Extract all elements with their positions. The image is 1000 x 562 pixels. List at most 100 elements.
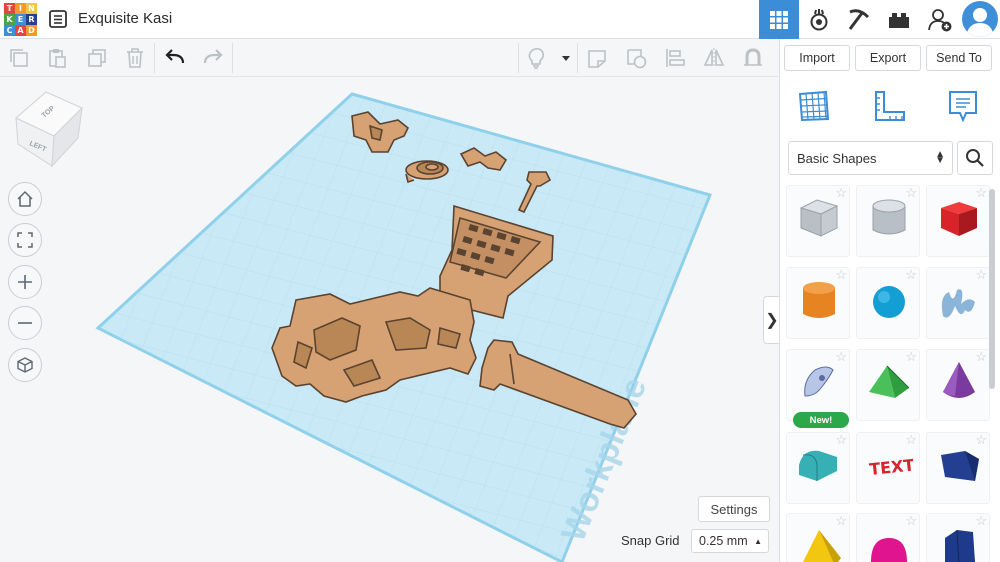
mirror-button[interactable] [703,47,725,69]
copy-icon [10,49,28,67]
favorite-star-icon[interactable]: ☆ [975,349,987,365]
shape-item-roof[interactable]: ☆ [856,349,920,421]
shape-search-button[interactable] [957,141,993,175]
align-icon [666,49,685,67]
paste-button[interactable] [46,47,68,69]
delete-button[interactable] [124,47,146,69]
panel-collapse-button[interactable]: ❯ [763,296,780,344]
toolbar-divider [577,43,578,73]
shape-item-shape-generator[interactable]: ☆ New! [786,349,850,428]
zoom-in-button[interactable] [8,265,42,299]
caret-up-icon: ▲ [754,537,762,546]
cruise-button[interactable] [742,47,764,69]
group-button[interactable] [586,47,608,69]
favorite-star-icon[interactable]: ☆ [835,432,847,448]
minecraft-button[interactable] [839,0,879,39]
ungroup-button[interactable] [625,47,647,69]
send-to-button[interactable]: Send To [926,45,992,71]
align-button[interactable] [664,47,686,69]
light-button[interactable] [525,47,547,69]
shape-item-cylinder[interactable]: ☆ [786,267,850,339]
shape-item-sphere[interactable]: ☆ [856,267,920,339]
shape-thumbnail-icon [804,366,834,397]
export-button[interactable]: Export [855,45,921,71]
snap-grid-select[interactable]: 0.25 mm ▲ [691,529,769,553]
invite-user-button[interactable] [920,0,960,39]
shape-thumbnail-icon [799,199,839,237]
grid-view-button[interactable] [759,0,799,39]
duplicate-button[interactable] [86,47,108,69]
logo-letter: E [15,14,26,25]
favorite-star-icon[interactable]: ☆ [905,349,917,365]
shape-thumbnail-icon [799,450,837,481]
shape-thumbnail-icon: TEXT [868,455,913,479]
3d-viewport[interactable]: Workplane TOP LEFT Settings Snap Grid 0.… [0,78,779,562]
view-cube[interactable]: TOP LEFT [15,91,83,168]
favorite-star-icon[interactable]: ☆ [975,185,987,201]
workplane-tab[interactable] [797,89,831,123]
mirror-icon [703,48,725,68]
favorite-star-icon[interactable]: ☆ [975,513,987,529]
shape-item-pyramid[interactable]: ☆ [786,513,850,562]
favorite-star-icon[interactable]: ☆ [975,267,987,283]
shape-category-select[interactable]: Basic Shapes ▲ ▼ [788,141,953,175]
favorite-star-icon[interactable]: ☆ [835,267,847,283]
shape-item-scribble[interactable]: ☆ [926,267,990,339]
shape-item-box-hole[interactable]: ☆ [786,185,850,257]
favorite-star-icon[interactable]: ☆ [905,432,917,448]
shape-item-box[interactable]: ☆ [926,185,990,257]
fit-view-icon [17,232,33,248]
shape-item-round-roof[interactable]: ☆ [786,432,850,504]
shape-item-half-sphere[interactable]: ☆ [856,513,920,562]
redo-icon [203,49,223,64]
shape-thumbnail-icon [943,362,975,398]
grid-view-icon [770,10,788,29]
shape-thumbnail-icon [941,289,975,318]
favorite-star-icon[interactable]: ☆ [905,267,917,283]
shape-item-cylinder-hole[interactable]: ☆ [856,185,920,257]
favorite-star-icon[interactable]: ☆ [905,185,917,201]
shape-item-text[interactable]: TEXT ☆ [856,432,920,504]
logo-letter: R [26,14,37,25]
svg-text:TEXT: TEXT [868,455,913,479]
import-button[interactable]: Import [784,45,850,71]
shape-item-polygon[interactable]: ☆ [926,513,990,562]
group-icon [588,50,606,68]
shapes-panel: Import Export Send To Basic Shapes ▲ ▼ ☆ ☆… [779,39,1000,562]
fit-view-button[interactable] [8,223,42,257]
shapes-scrollbar[interactable] [989,189,995,389]
design-title[interactable]: Exquisite Kasi [78,10,172,27]
shape-item-cone[interactable]: ☆ [926,349,990,421]
tinkercad-logo[interactable]: TINKERCAD [4,3,37,36]
zoom-out-button[interactable] [8,306,42,340]
edit-toolbar [0,39,778,77]
circuits-button[interactable] [799,0,839,39]
top-bar: TINKERCAD Exquisite Kasi [0,0,1000,39]
redo-button[interactable] [202,47,224,69]
favorite-star-icon[interactable]: ☆ [835,349,847,365]
favorite-star-icon[interactable]: ☆ [905,513,917,529]
favorite-star-icon[interactable]: ☆ [835,185,847,201]
ruler-tab[interactable] [873,89,907,123]
undo-button[interactable] [164,47,186,69]
snap-grid-value: 0.25 mm [699,534,748,548]
light-dropdown-button[interactable] [555,47,577,69]
minecraft-pickaxe-icon [848,8,870,30]
user-avatar[interactable] [962,1,998,37]
favorite-star-icon[interactable]: ☆ [975,432,987,448]
logo-letter: N [26,3,37,14]
new-badge: New! [793,412,849,428]
logo-letter: K [4,14,15,25]
perspective-toggle-button[interactable] [8,348,42,382]
copy-button[interactable] [8,47,30,69]
settings-button[interactable]: Settings [698,496,770,522]
logo-letter: D [26,25,37,36]
lego-bricks-button[interactable] [879,0,919,39]
shape-item-wedge[interactable]: ☆ [926,432,990,504]
select-arrows-icon: ▲ ▼ [935,149,945,166]
design-list-icon[interactable] [48,9,68,29]
notes-tab[interactable] [946,89,980,123]
shape-thumbnail-icon [941,451,979,481]
favorite-star-icon[interactable]: ☆ [835,513,847,529]
home-view-button[interactable] [8,182,42,216]
